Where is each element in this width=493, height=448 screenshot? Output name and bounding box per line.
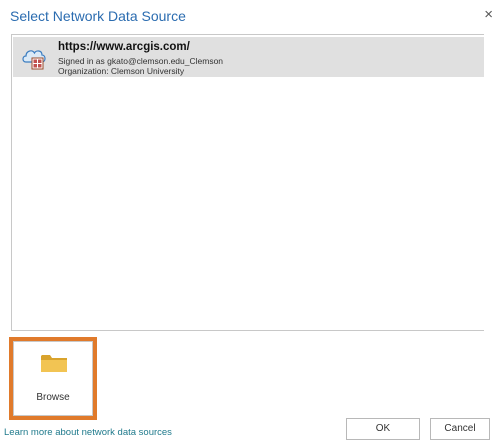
- select-network-data-source-dialog: Select Network Data Source × https://www…: [0, 0, 493, 448]
- dialog-title: Select Network Data Source: [10, 8, 186, 24]
- source-organization: Organization: Clemson University: [58, 66, 185, 76]
- source-url: https://www.arcgis.com/: [58, 41, 190, 53]
- folder-icon: [41, 355, 67, 372]
- close-button[interactable]: ×: [479, 6, 493, 24]
- title-bar: Select Network Data Source ×: [0, 0, 493, 34]
- ok-button[interactable]: OK: [346, 418, 420, 440]
- source-signed-in: Signed in as gkato@clemson.edu_Clemson: [58, 56, 224, 66]
- browse-button[interactable]: Browse: [13, 341, 93, 416]
- cancel-button[interactable]: Cancel: [430, 418, 490, 440]
- learn-more-link[interactable]: Learn more about network data sources: [4, 427, 172, 438]
- browse-label: Browse: [36, 392, 70, 403]
- list-item-arcgis-portal[interactable]: https://www.arcgis.com/ Signed in as gka…: [13, 37, 484, 77]
- cloud-portal-icon: [22, 50, 46, 70]
- data-source-list[interactable]: https://www.arcgis.com/ Signed in as gka…: [11, 34, 484, 331]
